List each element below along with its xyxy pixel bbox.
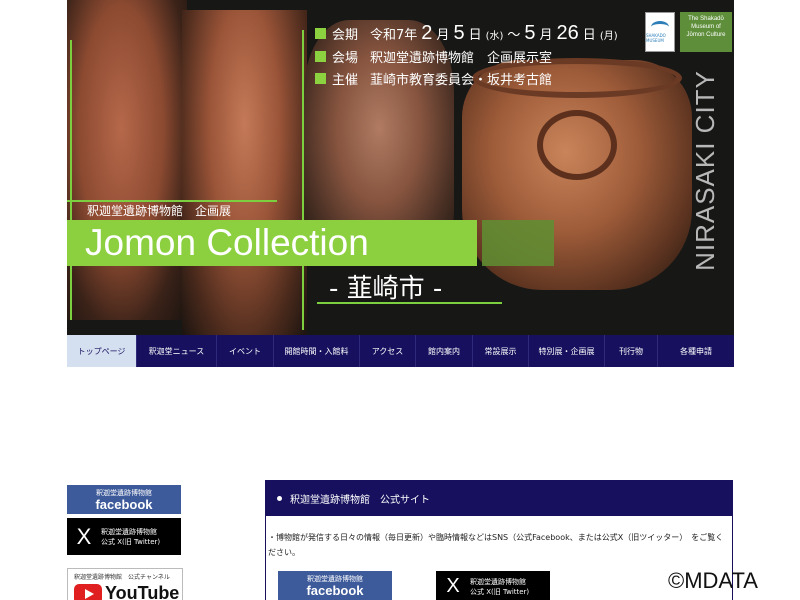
- event-venue-row: 会場 釈迦堂遺跡博物館 企画展示室: [315, 48, 618, 70]
- start-day: 5: [453, 22, 465, 44]
- x-link-line1: 釈迦堂遺跡博物館: [470, 577, 526, 586]
- pot-swirl-decoration: [537, 110, 617, 180]
- event-host-row: 主催 韮崎市教育委員会・坂井考古館: [315, 70, 618, 92]
- panel-description: ・博物館が発信する日々の情報（毎日更新）や臨時情報などはSNS（公式Facebo…: [268, 533, 724, 557]
- nav-item-news[interactable]: 釈迦堂ニュース: [137, 335, 217, 367]
- accent-line: [302, 30, 304, 330]
- city-vertical-text: NIRASAKI CITY: [685, 50, 725, 290]
- start-day-unit: 日: [468, 28, 482, 43]
- period-tilde: ～: [507, 28, 521, 43]
- museum-name-line: Jōmon Culture: [686, 32, 726, 38]
- sidebar-youtube-link[interactable]: 釈迦堂遺跡博物館 公式チャンネル YouTube: [67, 568, 183, 600]
- sidebar-x-link[interactable]: X 釈迦堂遺跡博物館 公式 X(旧 Twitter): [67, 518, 181, 555]
- nav-item-hours[interactable]: 開館時間・入館料: [274, 335, 360, 367]
- facebook-wordmark: facebook: [95, 497, 153, 512]
- exhibition-title: Jomon Collection: [85, 222, 369, 263]
- venue-label: 会場: [332, 51, 359, 66]
- nav-item-top[interactable]: トップページ: [67, 335, 137, 367]
- city-vertical-label: NIRASAKI CITY: [689, 69, 720, 271]
- nav-item-event[interactable]: イベント: [217, 335, 274, 367]
- x-link-line2: 公式 X(旧 Twitter): [470, 587, 530, 596]
- main-nav: トップページ 釈迦堂ニュース イベント 開館時間・入館料 アクセス 館内案内 常…: [67, 335, 734, 367]
- end-day: 26: [556, 22, 579, 44]
- bullet-square-icon: [315, 28, 326, 39]
- museum-name-box: The Shakadō Museum of Jōmon Culture: [680, 12, 732, 52]
- nav-item-permanent[interactable]: 常設展示: [473, 335, 529, 367]
- sidebar-facebook-link[interactable]: 釈迦堂遺跡博物館 facebook: [67, 485, 181, 514]
- nav-item-guide[interactable]: 館内案内: [416, 335, 473, 367]
- host-value: 韮崎市教育委員会・坂井考古館: [370, 73, 553, 88]
- logo-caption: SHAKADO MUSEUM: [646, 33, 666, 43]
- nav-item-publications[interactable]: 刊行物: [605, 335, 658, 367]
- x-link-text: 釈迦堂遺跡博物館 公式 X(旧 Twitter): [101, 527, 160, 547]
- x-link-text: 釈迦堂遺跡博物館 公式 X(旧 Twitter): [470, 577, 529, 597]
- artifact-image-figurine-2: [182, 10, 307, 335]
- panel-title: 釈迦堂遺跡博物館 公式サイト: [290, 494, 430, 506]
- event-period-row: 会期 令和7年 2 月 5 日 (水) ～ 5 月 26 日 (月): [315, 22, 618, 48]
- accent-line: [317, 302, 502, 304]
- event-info: 会期 令和7年 2 月 5 日 (水) ～ 5 月 26 日 (月) 会場 釈迦…: [315, 22, 618, 92]
- bullet-square-icon: [315, 73, 326, 84]
- youtube-link-caption: 釈迦堂遺跡博物館 公式チャンネル: [74, 574, 170, 581]
- exhibition-subtitle: 釈迦堂遺跡博物館 企画展: [87, 204, 232, 218]
- end-day-unit: 日: [582, 28, 596, 43]
- start-dow: (水): [485, 31, 504, 42]
- start-month: 2: [421, 22, 433, 44]
- start-month-unit: 月: [436, 28, 450, 43]
- host-label: 主催: [332, 73, 359, 88]
- accent-line: [70, 40, 72, 320]
- museum-name-line: The Shakadō: [688, 16, 724, 22]
- copyright-watermark: ©MDATA: [668, 568, 758, 593]
- nav-item-applications[interactable]: 各種申請: [658, 335, 734, 367]
- venue-value: 釈迦堂遺跡博物館 企画展示室: [370, 51, 553, 66]
- bullet-dot-icon: [277, 495, 282, 501]
- period-label: 会期: [332, 28, 359, 43]
- city-name-jp: - 韮崎市 -: [329, 274, 443, 304]
- youtube-play-icon: [74, 583, 102, 600]
- facebook-wordmark: facebook: [306, 583, 364, 598]
- page: 会期 令和7年 2 月 5 日 (水) ～ 5 月 26 日 (月) 会場 釈迦…: [0, 0, 800, 600]
- wave-logo-icon: [651, 21, 669, 33]
- x-logo-icon: X: [76, 523, 92, 549]
- hero-banner: 会期 令和7年 2 月 5 日 (水) ～ 5 月 26 日 (月) 会場 釈迦…: [67, 0, 734, 335]
- x-link-line1: 釈迦堂遺跡博物館: [101, 527, 157, 536]
- x-logo-icon: X: [446, 575, 460, 597]
- panel-facebook-link[interactable]: 釈迦堂遺跡博物館 facebook: [278, 571, 392, 600]
- youtube-logo-row: YouTube: [74, 583, 182, 600]
- youtube-wordmark: YouTube: [105, 583, 180, 600]
- bullet-square-icon: [315, 51, 326, 62]
- x-link-line2: 公式 X(旧 Twitter): [101, 537, 161, 546]
- museum-logo: SHAKADO MUSEUM: [645, 12, 675, 52]
- end-month-unit: 月: [539, 28, 553, 43]
- title-accent-block: [482, 220, 554, 266]
- panel-x-link[interactable]: X 釈迦堂遺跡博物館 公式 X(旧 Twitter): [436, 571, 550, 600]
- end-month: 5: [524, 22, 536, 44]
- artifact-image-figurine-1: [67, 0, 187, 320]
- end-dow: (月): [599, 31, 618, 42]
- museum-name-line: Museum of: [691, 24, 721, 30]
- official-site-panel-header: 釈迦堂遺跡博物館 公式サイト: [265, 480, 733, 516]
- nav-item-special[interactable]: 特別展・企画展: [529, 335, 605, 367]
- nav-item-access[interactable]: アクセス: [360, 335, 416, 367]
- period-era: 令和7年: [370, 28, 418, 43]
